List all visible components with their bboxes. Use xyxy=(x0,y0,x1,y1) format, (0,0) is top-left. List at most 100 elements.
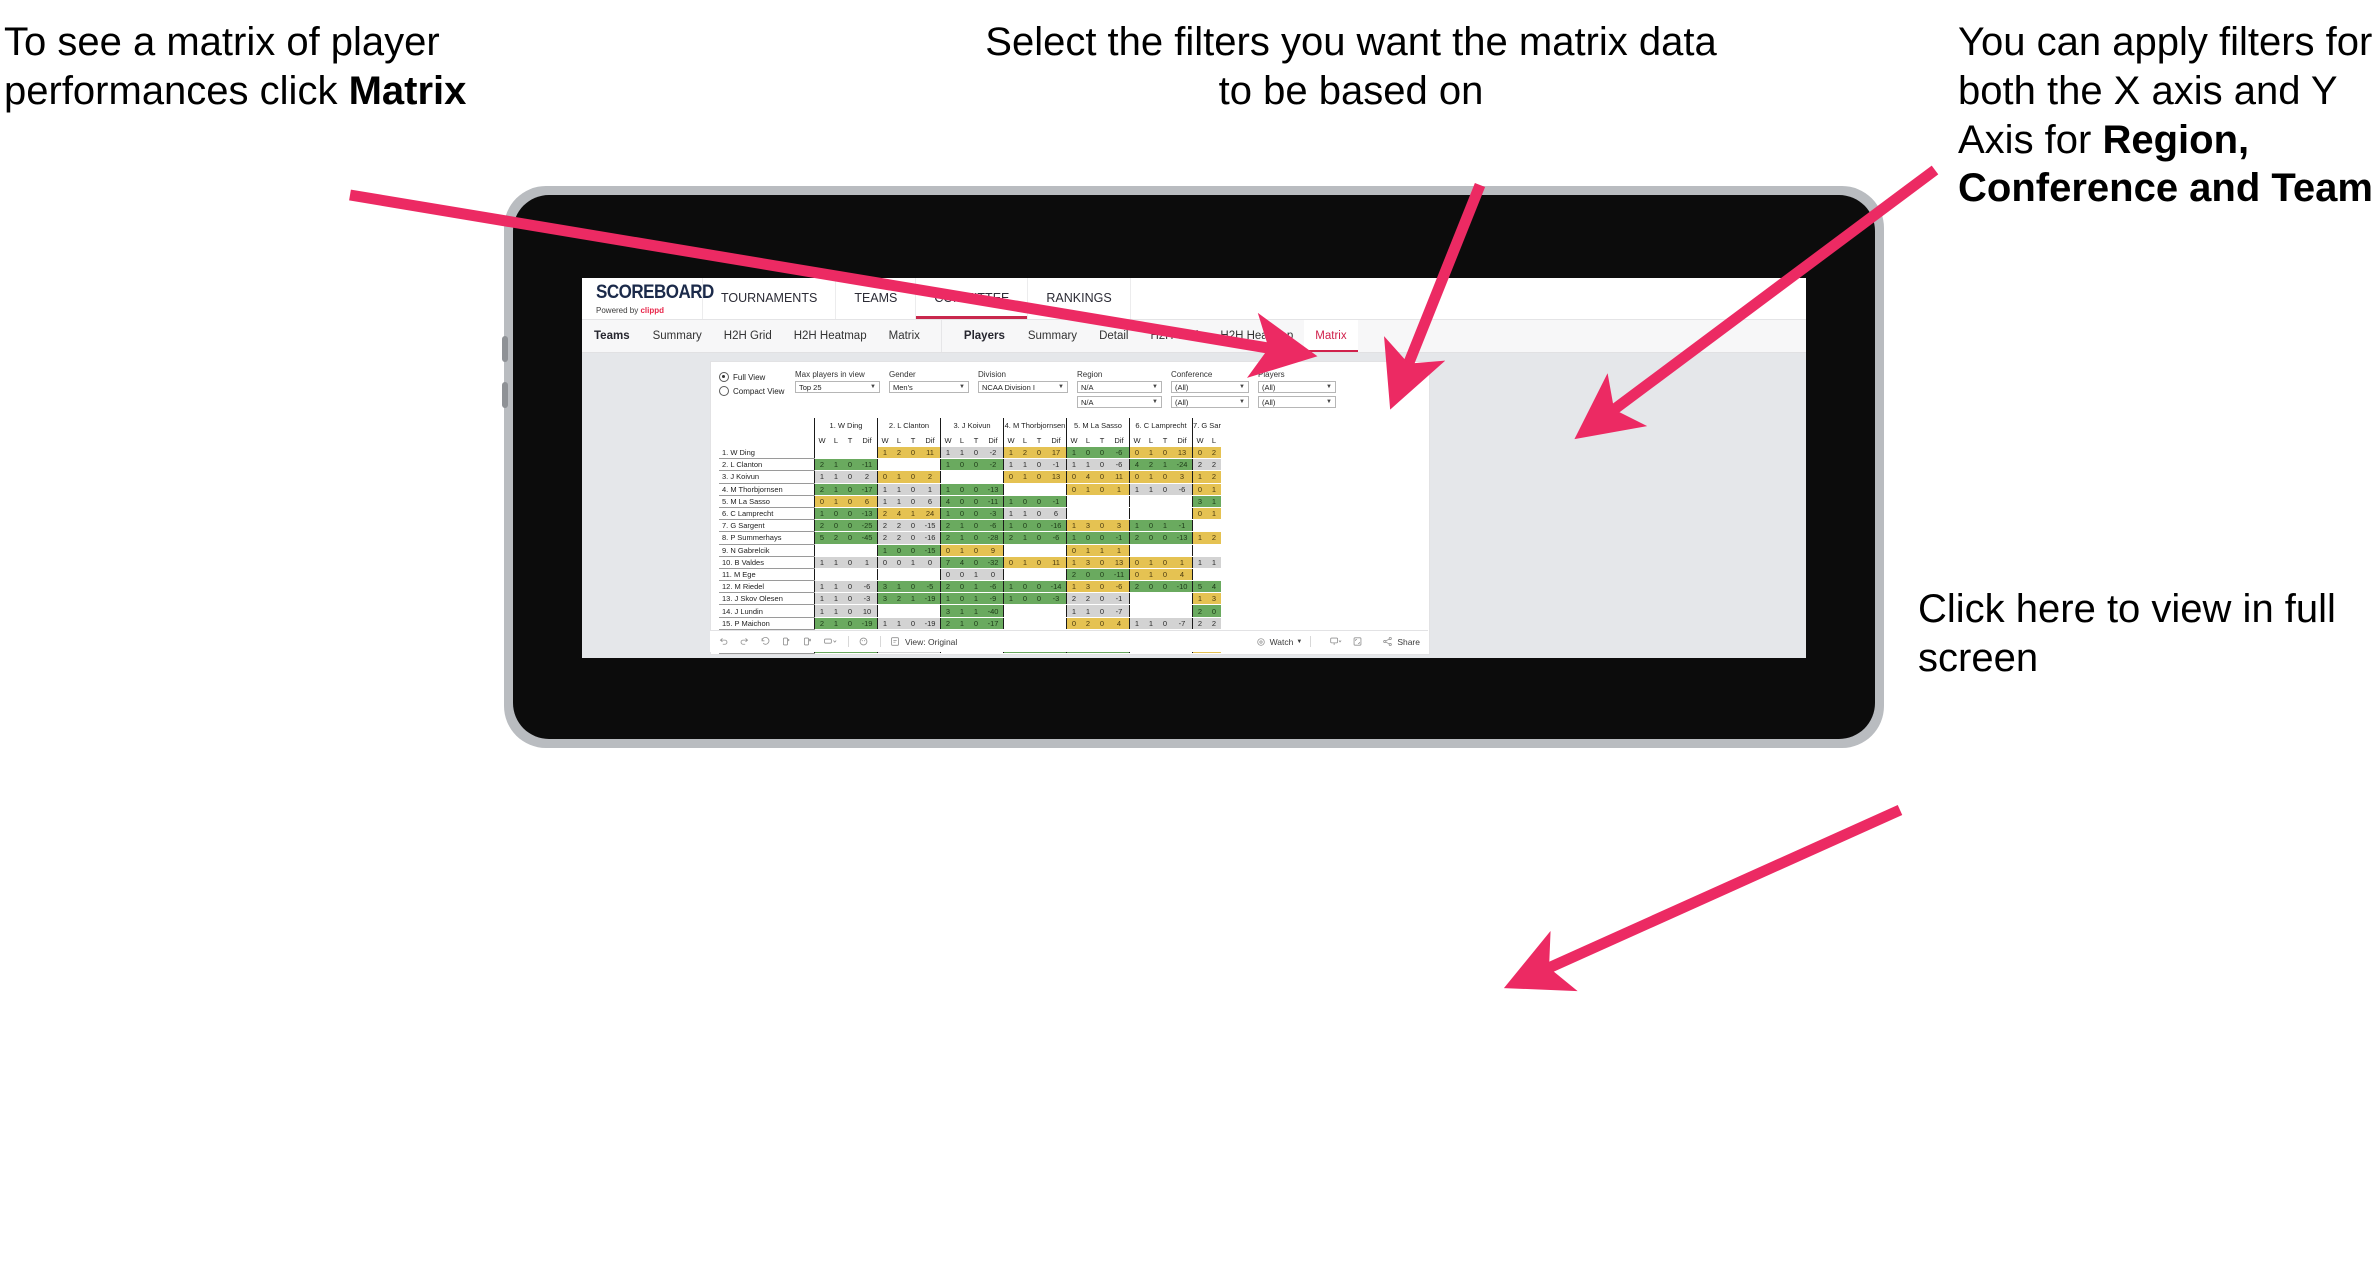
matrix-cell[interactable]: 0 xyxy=(1158,470,1172,484)
matrix-cell[interactable]: 4 xyxy=(1109,617,1130,630)
matrix-cell[interactable]: 2 xyxy=(1081,617,1095,630)
matrix-cell[interactable]: 2 xyxy=(1066,592,1081,606)
matrix-cell[interactable]: 1 xyxy=(857,556,878,569)
radio-compact-view[interactable]: Compact View xyxy=(719,386,785,396)
matrix-cell[interactable]: 0 xyxy=(1095,604,1109,618)
device-layout-icon[interactable] xyxy=(823,636,837,647)
matrix-cell[interactable]: 1 xyxy=(1066,458,1081,472)
matrix-cell[interactable]: 1 xyxy=(1018,470,1032,484)
matrix-cell[interactable]: -6 xyxy=(983,519,1004,533)
matrix-cell[interactable]: 0 xyxy=(843,604,857,618)
matrix-cell[interactable]: 2 xyxy=(814,653,829,654)
matrix-cell[interactable]: 1 xyxy=(1081,544,1095,557)
matrix-cell[interactable]: 1 xyxy=(877,653,892,654)
matrix-cell[interactable]: 0 xyxy=(906,470,920,484)
matrix-cell[interactable]: 1 xyxy=(969,580,983,594)
matrix-cell[interactable]: 2 xyxy=(1207,458,1221,472)
matrix-cell[interactable]: 4 xyxy=(1172,568,1193,582)
matrix-cell[interactable]: 0 xyxy=(969,544,983,557)
matrix-cell[interactable]: 4 xyxy=(892,507,906,521)
matrix-cell[interactable]: 2 xyxy=(1081,592,1095,606)
tab-players-summary[interactable]: Summary xyxy=(1017,320,1088,352)
redo-icon[interactable] xyxy=(739,636,750,647)
matrix-cell[interactable]: 17 xyxy=(1046,447,1067,460)
matrix-cell[interactable]: -1 xyxy=(1046,458,1067,472)
tab-teams-h2h-grid[interactable]: H2H Grid xyxy=(713,320,783,352)
matrix-cell[interactable]: 1 xyxy=(1066,531,1081,545)
matrix-cell[interactable]: 1 xyxy=(1158,458,1172,472)
tab-players-h2h-heatmap[interactable]: H2H Heatmap xyxy=(1209,320,1304,352)
matrix-cell[interactable]: 1 xyxy=(1095,544,1109,557)
matrix-cell[interactable]: 0 xyxy=(1066,544,1081,557)
matrix-cell[interactable]: 0 xyxy=(1144,580,1158,594)
topnav-item-teams[interactable]: TEAMS xyxy=(836,278,917,319)
matrix-cell[interactable]: 0 xyxy=(1032,531,1046,545)
matrix-cell[interactable]: 0 xyxy=(906,544,920,557)
matrix-cell[interactable]: 1 xyxy=(1018,458,1032,472)
matrix-cell[interactable]: -3 xyxy=(857,592,878,606)
matrix-cell[interactable]: 1 xyxy=(906,507,920,521)
matrix-cell[interactable]: 1 xyxy=(1018,531,1032,545)
topnav-item-tournaments[interactable]: TOURNAMENTS xyxy=(703,278,837,319)
matrix-cell[interactable]: -10 xyxy=(1109,653,1130,654)
matrix-cell[interactable]: 1 xyxy=(906,556,920,569)
matrix-cell[interactable]: -24 xyxy=(1172,458,1193,472)
matrix-cell[interactable]: -15 xyxy=(920,544,941,557)
matrix-cell[interactable]: 3 xyxy=(1081,580,1095,594)
matrix-cell[interactable]: 2 xyxy=(940,580,955,594)
matrix-cell[interactable]: 1 xyxy=(829,458,843,472)
matrix-cell[interactable]: 2 xyxy=(814,483,829,496)
matrix-cell[interactable]: 0 xyxy=(1032,653,1046,654)
matrix-cell[interactable]: 4 xyxy=(1081,470,1095,484)
matrix-cell[interactable]: 1 xyxy=(829,580,843,594)
matrix-cell[interactable]: 6 xyxy=(920,495,941,508)
matrix-cell[interactable]: 0 xyxy=(1158,531,1172,545)
matrix-cell[interactable]: 24 xyxy=(920,507,941,521)
matrix-cell[interactable]: 4 xyxy=(1207,580,1221,594)
matrix-cell[interactable]: 0 xyxy=(843,531,857,545)
matrix-cell[interactable]: 0 xyxy=(955,568,969,582)
matrix-cell[interactable]: 1 xyxy=(1018,556,1032,569)
matrix-cell[interactable]: 0 xyxy=(1129,470,1144,484)
matrix-cell[interactable]: 0 xyxy=(1095,483,1109,496)
matrix-cell[interactable]: 0 xyxy=(1032,447,1046,460)
matrix-cell[interactable]: 4 xyxy=(1129,458,1144,472)
matrix-cell[interactable]: 1 xyxy=(940,483,955,496)
matrix-cell[interactable]: 0 xyxy=(955,458,969,472)
filter-players-x-select[interactable]: (All) ▼ xyxy=(1258,381,1336,393)
matrix-cell[interactable]: 2 xyxy=(892,592,906,606)
matrix-cell[interactable]: 1 xyxy=(877,447,892,460)
matrix-cell[interactable]: 0 xyxy=(1095,653,1109,654)
matrix-cell[interactable]: 0 xyxy=(906,580,920,594)
undo-icon[interactable] xyxy=(718,636,729,647)
matrix-cell[interactable]: -14 xyxy=(1046,580,1067,594)
matrix-cell[interactable]: -7 xyxy=(1109,604,1130,618)
matrix-cell[interactable]: -45 xyxy=(857,531,878,545)
matrix-cell[interactable]: 0 xyxy=(940,544,955,557)
matrix-cell[interactable]: 2 xyxy=(814,458,829,472)
matrix-cell[interactable]: 13 xyxy=(1046,470,1067,484)
help-icon[interactable] xyxy=(858,636,869,647)
refresh-data-icon[interactable] xyxy=(781,636,792,647)
matrix-cell[interactable]: 0 xyxy=(1192,483,1207,496)
matrix-cell[interactable]: 0 xyxy=(1003,470,1018,484)
matrix-cell[interactable]: 4 xyxy=(940,495,955,508)
matrix-cell[interactable]: 0 xyxy=(829,653,843,654)
matrix-cell[interactable]: 1 xyxy=(955,544,969,557)
matrix-cell[interactable]: 0 xyxy=(969,519,983,533)
matrix-cell[interactable]: 1 xyxy=(1129,483,1144,496)
matrix-cell[interactable]: -16 xyxy=(1046,519,1067,533)
matrix-cell[interactable]: 1 xyxy=(1129,653,1144,654)
matrix-cell[interactable]: 1 xyxy=(906,592,920,606)
matrix-cell[interactable]: -2 xyxy=(983,447,1004,460)
matrix-cell[interactable]: 1 xyxy=(1192,556,1207,569)
matrix-cell[interactable]: 0 xyxy=(906,447,920,460)
watch-button[interactable]: Watch ▼ xyxy=(1246,637,1302,647)
topnav-item-rankings[interactable]: RANKINGS xyxy=(1028,278,1131,319)
matrix-cell[interactable]: 1 xyxy=(969,604,983,618)
matrix-cell[interactable]: 2 xyxy=(940,519,955,533)
tab-players-h2h-grid[interactable]: H2H Grid xyxy=(1139,320,1209,352)
matrix-cell[interactable]: 1 xyxy=(1144,470,1158,484)
matrix-cell[interactable]: 0 xyxy=(906,495,920,508)
matrix-cell[interactable]: 5 xyxy=(1192,580,1207,594)
